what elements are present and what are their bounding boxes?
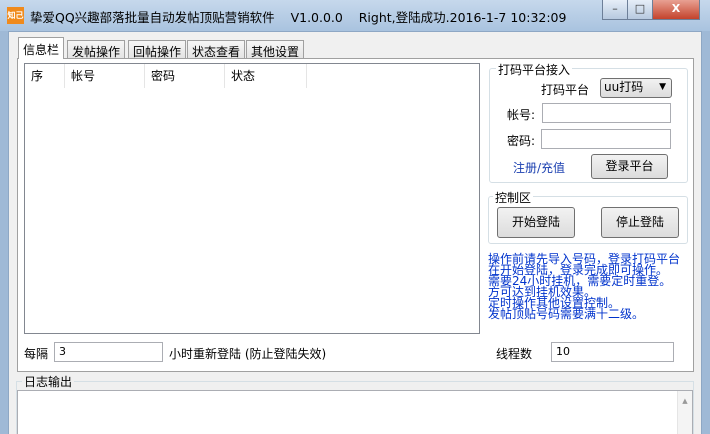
tab-post[interactable]: 发帖操作 bbox=[67, 40, 126, 59]
column-password[interactable]: 密码 bbox=[145, 64, 225, 88]
password-input[interactable] bbox=[541, 129, 671, 149]
relogin-suffix-label: 小时重新登陆 (防止登陆失效) bbox=[169, 347, 327, 361]
login-platform-button[interactable]: 登录平台 bbox=[591, 154, 668, 179]
window-title: 挚爱QQ兴趣部落批量自动发帖顶贴营销软件 V1.0.0.0 Right,登陆成功… bbox=[30, 10, 567, 25]
column-status[interactable]: 状态 bbox=[225, 64, 307, 88]
control-group-label: 控制区 bbox=[493, 189, 534, 206]
log-output[interactable] bbox=[17, 390, 693, 434]
column-index[interactable]: 序 bbox=[25, 64, 65, 88]
tab-settings[interactable]: 其他设置 bbox=[246, 40, 305, 59]
maximize-button[interactable]: □ bbox=[627, 0, 653, 20]
threads-input[interactable]: 10 bbox=[551, 342, 674, 362]
minimize-button[interactable]: – bbox=[602, 0, 628, 20]
relogin-hours-input[interactable]: 3 bbox=[54, 342, 163, 362]
platform-select[interactable]: uu打码 ▼ bbox=[600, 78, 672, 98]
platform-value: uu打码 bbox=[604, 80, 644, 94]
chevron-down-icon: ▼ bbox=[659, 82, 666, 92]
app-icon: 知己 bbox=[7, 7, 24, 24]
account-input[interactable] bbox=[542, 103, 671, 123]
column-account[interactable]: 帐号 bbox=[65, 64, 145, 88]
close-button[interactable]: X bbox=[652, 0, 700, 20]
platform-label: 打码平台 bbox=[541, 83, 590, 97]
password-label: 密码: bbox=[507, 134, 536, 148]
start-login-button[interactable]: 开始登陆 bbox=[497, 207, 575, 238]
account-label: 帐号: bbox=[507, 108, 536, 122]
captcha-group-label: 打码平台接入 bbox=[496, 61, 573, 78]
account-list[interactable]: 序 帐号 密码 状态 bbox=[24, 63, 480, 334]
log-label: 日志输出 bbox=[22, 373, 75, 390]
log-scrollbar[interactable]: ▲ bbox=[677, 391, 692, 434]
register-link[interactable]: 注册/充值 bbox=[513, 159, 565, 176]
threads-label: 线程数 bbox=[496, 347, 533, 361]
relogin-prefix-label: 每隔 bbox=[24, 347, 49, 361]
tab-reply[interactable]: 回帖操作 bbox=[128, 40, 187, 59]
tab-info[interactable]: 信息栏 bbox=[18, 37, 65, 59]
instruction-line: 发帖顶贴号码需要满十二级。 bbox=[488, 307, 645, 321]
instructions: 操作前请先导入号码，登录打码平台 在开始登陆，登录完成即可操作。 需要24小时挂… bbox=[488, 253, 680, 321]
stop-login-button[interactable]: 停止登陆 bbox=[601, 207, 679, 238]
tab-status[interactable]: 状态查看 bbox=[187, 40, 246, 59]
